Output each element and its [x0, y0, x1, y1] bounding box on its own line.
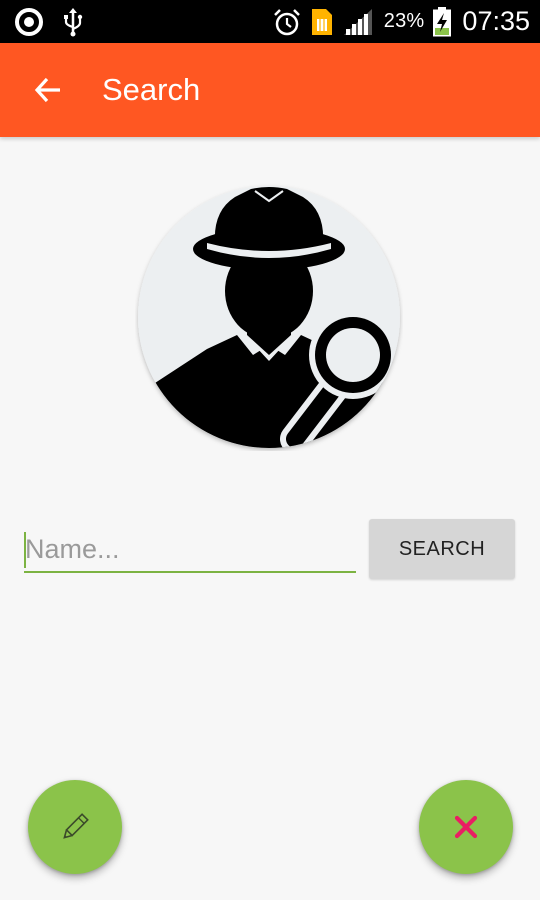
search-row: SEARCH [24, 518, 516, 580]
page-title: Search [102, 72, 201, 107]
close-fab-button[interactable] [419, 780, 513, 874]
alarm-icon [272, 7, 302, 37]
app-bar: Search [0, 43, 540, 137]
back-button[interactable] [26, 68, 70, 112]
pencil-icon [58, 810, 92, 844]
name-field[interactable] [24, 518, 357, 576]
arrow-back-icon [33, 75, 63, 105]
battery-charging-icon [432, 6, 452, 38]
signal-icon [342, 7, 376, 37]
name-input[interactable] [24, 528, 357, 570]
search-button[interactable]: SEARCH [369, 519, 515, 579]
sim-card-icon [310, 7, 334, 37]
clock: 07:35 [462, 6, 530, 36]
app-indicator-icon [14, 7, 44, 37]
edit-fab-button[interactable] [28, 780, 122, 874]
close-icon [453, 814, 479, 840]
usb-icon [62, 7, 84, 37]
battery-percent: 23% [383, 10, 425, 32]
text-caret [24, 532, 26, 568]
status-bar: 23% 07:35 [0, 0, 540, 43]
detective-search-icon [135, 183, 403, 451]
input-underline [24, 571, 356, 573]
